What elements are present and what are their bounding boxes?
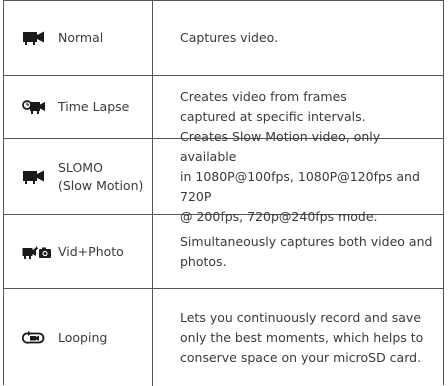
looping-icon: [22, 330, 46, 346]
table-row-vid-photo: Vid+Photo Simultaneously captures both v…: [4, 215, 443, 289]
camera-modes-table: Normal Captures video. Time Lapse Create…: [3, 0, 444, 386]
mode-name: SLOMO (Slow Motion): [58, 159, 143, 195]
table-row-looping: Looping Lets you continuously record and…: [4, 289, 443, 386]
description-line: Creates Slow Motion video, only availabl…: [180, 128, 381, 164]
description-cell: Lets you continuously record and save on…: [180, 289, 438, 386]
mode-description: Lets you continuously record and save on…: [180, 308, 423, 368]
mode-name: Normal: [58, 30, 104, 45]
description-line: Simultaneously captures both video and: [180, 233, 433, 249]
mode-cell: Time Lapse: [4, 76, 152, 138]
mode-description: Creates Slow Motion video, only availabl…: [180, 127, 438, 227]
video-camera-icon: [22, 30, 46, 46]
mode-description: Simultaneously captures both video and p…: [180, 232, 432, 272]
mode-cell: SLOMO (Slow Motion): [4, 139, 152, 214]
timelapse-camera-icon: [22, 99, 46, 115]
mode-description: Captures video.: [180, 30, 279, 45]
description-cell: Captures video.: [180, 1, 438, 75]
table-row-normal: Normal Captures video.: [4, 1, 443, 76]
mode-name: Looping: [58, 329, 108, 345]
description-line: Creates video from frames: [180, 89, 347, 104]
mode-name-line: SLOMO: [58, 159, 103, 175]
mode-name: Time Lapse: [58, 99, 130, 114]
description-line: conserve space on your microSD card.: [180, 349, 422, 365]
table-row-slomo: SLOMO (Slow Motion) Creates Slow Motion …: [4, 129, 443, 224]
description-cell: Simultaneously captures both video and p…: [180, 215, 438, 288]
description-line: in 1080P@100fps, 1080P@120fps and 720P: [180, 168, 420, 204]
video-plus-photo-icon: [22, 244, 52, 260]
description-line: Lets you continuously record and save: [180, 309, 422, 325]
description-cell: Creates Slow Motion video, only availabl…: [180, 129, 438, 224]
mode-name: Vid+Photo: [58, 243, 124, 259]
description-line: photos.: [180, 253, 227, 269]
mode-description: Creates video from frames captured at sp…: [180, 87, 366, 127]
mode-name-line: (Slow Motion): [58, 177, 144, 193]
video-camera-icon: [22, 169, 46, 185]
mode-cell: Vid+Photo: [4, 215, 152, 288]
description-line: only the best moments, which helps to: [180, 329, 424, 345]
mode-cell: Normal: [4, 1, 152, 75]
mode-cell: Looping: [4, 289, 152, 386]
description-line: captured at specific intervals.: [180, 109, 366, 124]
